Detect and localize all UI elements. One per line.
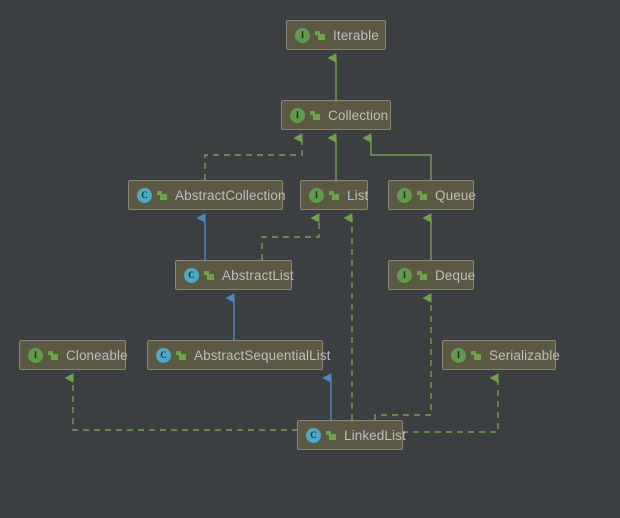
- class-icon: C: [156, 347, 171, 363]
- node-iterable[interactable]: I Iterable: [286, 20, 386, 50]
- node-label: Serializable: [489, 347, 560, 363]
- node-label: AbstractCollection: [175, 187, 286, 203]
- node-collection[interactable]: I Collection: [281, 100, 391, 130]
- interface-icon: I: [290, 107, 305, 123]
- node-label: LinkedList: [344, 427, 406, 443]
- node-label: Collection: [328, 107, 389, 123]
- package-icon: [315, 30, 326, 41]
- class-icon: C: [137, 187, 152, 203]
- node-queue[interactable]: I Queue: [388, 180, 477, 210]
- interface-icon: I: [309, 187, 324, 203]
- node-cloneable[interactable]: I Cloneable: [19, 340, 128, 370]
- interface-icon: I: [295, 27, 310, 43]
- node-deque[interactable]: I Deque: [388, 260, 476, 290]
- package-icon: [157, 190, 168, 201]
- class-hierarchy-diagram: I Iterable I Collection C AbstractCollection I…: [0, 0, 620, 518]
- node-label: List: [347, 187, 369, 203]
- package-icon: [204, 270, 215, 281]
- package-icon: [326, 430, 337, 441]
- edge-linkedlist-deque: [374, 293, 432, 420]
- node-label: Queue: [435, 187, 477, 203]
- edge-linkedlist-cloneable: [64, 373, 311, 431]
- edge-abstractlist-list: [261, 213, 320, 260]
- edge-abstractcollection-collection: [204, 133, 303, 180]
- package-icon: [417, 270, 428, 281]
- interface-icon: I: [28, 347, 43, 363]
- node-label: Iterable: [333, 27, 379, 43]
- package-icon: [310, 110, 321, 121]
- node-label: AbstractList: [222, 267, 294, 283]
- package-icon: [48, 350, 59, 361]
- class-icon: C: [306, 427, 321, 443]
- package-icon: [471, 350, 482, 361]
- node-abstractcollection[interactable]: C AbstractCollection: [128, 180, 286, 210]
- node-label: Cloneable: [66, 347, 128, 363]
- node-abstractsequentiallist[interactable]: C AbstractSequentialList: [147, 340, 330, 370]
- interface-icon: I: [397, 267, 412, 283]
- package-icon: [329, 190, 340, 201]
- package-icon: [417, 190, 428, 201]
- node-label: AbstractSequentialList: [194, 347, 331, 363]
- node-label: Deque: [435, 267, 476, 283]
- node-serializable[interactable]: I Serializable: [442, 340, 560, 370]
- node-list[interactable]: I List: [300, 180, 368, 210]
- node-linkedlist[interactable]: C LinkedList: [297, 420, 406, 450]
- interface-icon: I: [451, 347, 466, 363]
- edge-queue-collection: [362, 133, 432, 180]
- edge-linkedlist-serializable: [391, 373, 499, 433]
- node-abstractlist[interactable]: C AbstractList: [175, 260, 294, 290]
- package-icon: [176, 350, 187, 361]
- interface-icon: I: [397, 187, 412, 203]
- class-icon: C: [184, 267, 199, 283]
